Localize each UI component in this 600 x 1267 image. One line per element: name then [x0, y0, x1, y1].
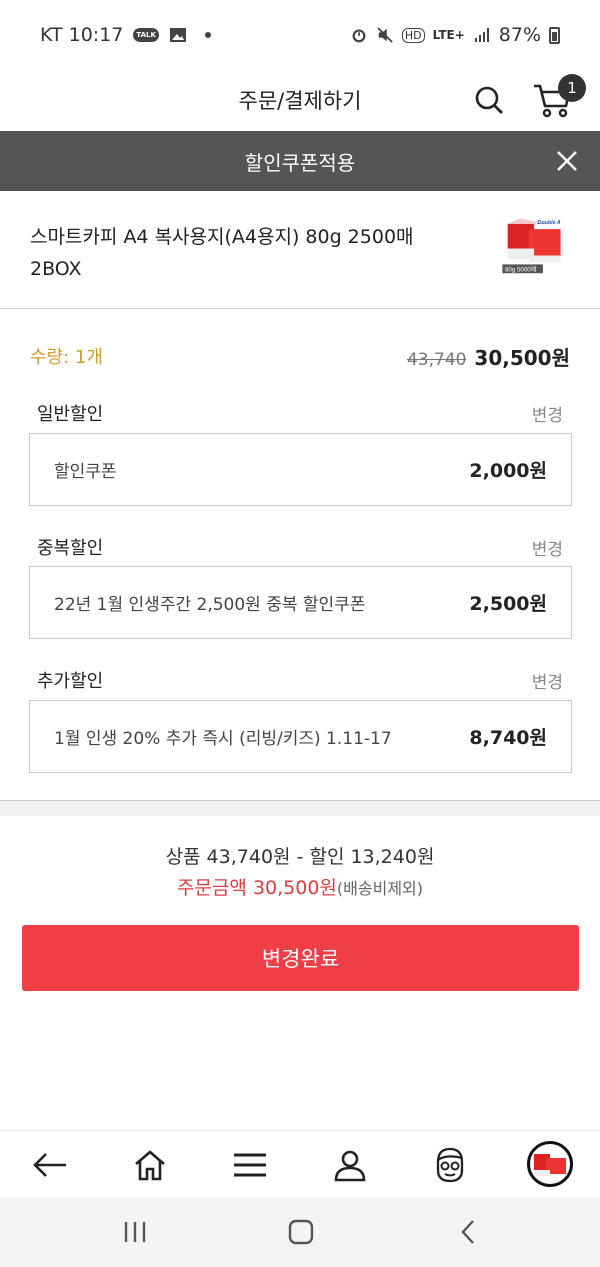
face-icon[interactable]: [430, 1145, 470, 1185]
sale-price: 30,500원: [474, 345, 570, 370]
general-discount-box[interactable]: 할인쿠폰 2,000원: [29, 433, 572, 506]
extra-discount-change-button[interactable]: 변경: [532, 668, 563, 693]
general-discount-title: 일반할인: [37, 404, 104, 425]
extra-discount-label: 1월 인생 20% 추가 즉시 (리빙/키즈) 1.11-17: [54, 729, 392, 749]
general-discount-label: 할인쿠폰: [54, 462, 117, 482]
lte-icon: LTE+: [432, 28, 465, 42]
product-thumbnail[interactable]: Double A 80g 5000매: [498, 215, 572, 275]
search-icon[interactable]: [473, 84, 505, 116]
recent-product-thumb[interactable]: [527, 1141, 573, 1187]
alarm-icon: [352, 29, 366, 43]
coupon-modal-title: 할인쿠폰적용: [244, 150, 356, 175]
notification-dot-icon: [204, 32, 211, 38]
cart-count-badge: 1: [558, 74, 586, 102]
system-navigation: [0, 1197, 600, 1267]
mute-icon: [377, 27, 393, 43]
gallery-icon: [169, 28, 186, 42]
order-total-value: 30,500원: [252, 877, 337, 899]
back-icon[interactable]: [30, 1145, 70, 1185]
extra-discount-box[interactable]: 1월 인생 20% 추가 즉시 (리빙/키즈) 1.11-17 8,740원: [29, 700, 572, 773]
extra-discount-title: 추가할인: [37, 671, 104, 692]
quantity-price-row: 수량: 1개 43,740 30,500원: [30, 340, 570, 372]
talk-icon: TALK: [133, 28, 159, 42]
duplicate-discount-amount: 2,500원: [469, 593, 547, 615]
user-icon[interactable]: [330, 1145, 370, 1185]
coupon-modal-titlebar: 할인쿠폰적용: [0, 131, 600, 191]
home-icon[interactable]: [130, 1145, 170, 1185]
page-title: 주문/결제하기: [238, 89, 362, 113]
close-icon[interactable]: [556, 150, 578, 172]
original-price: 43,740: [406, 349, 467, 370]
thumb-caption: 80g 5000매: [505, 265, 537, 273]
status-time: KT 10:17: [40, 24, 124, 46]
quantity-label: 수량: 1개: [30, 347, 103, 368]
general-discount-change-button[interactable]: 변경: [532, 401, 563, 426]
duplicate-discount-box[interactable]: 22년 1월 인생주간 2,500원 중복 할인쿠폰 2,500원: [29, 566, 572, 639]
duplicate-discount-change-button[interactable]: 변경: [532, 535, 563, 560]
system-back-icon[interactable]: [455, 1219, 485, 1245]
recent-apps-icon[interactable]: [120, 1219, 150, 1245]
extra-discount-amount: 8,740원: [469, 727, 547, 749]
duplicate-discount-label: 22년 1월 인생주간 2,500원 중복 할인쿠폰: [54, 595, 366, 615]
price-breakdown: 상품 43,740원 - 할인 13,240원: [165, 846, 435, 868]
home-button-icon[interactable]: [286, 1219, 316, 1245]
product-summary: 스마트카피 A4 복사용지(A4용지) 80g 2500매 2BOX Doubl…: [0, 191, 600, 309]
duplicate-discount-title: 중복할인: [37, 538, 104, 559]
order-total-note: (배송비제외): [336, 879, 424, 898]
battery-icon: [549, 26, 560, 44]
status-bar: KT 10:17 TALK HD LTE+ 87%: [0, 0, 600, 70]
product-name: 스마트카피 A4 복사용지(A4용지) 80g 2500매 2BOX: [30, 226, 414, 280]
hd-icon: HD: [401, 27, 425, 43]
menu-icon[interactable]: [230, 1145, 270, 1185]
section-divider: [0, 800, 600, 816]
confirm-change-button[interactable]: 변경완료: [22, 925, 579, 991]
order-total: 주문금액 30,500원(배송비제외): [0, 873, 600, 900]
thumb-brand: Double A: [538, 220, 561, 226]
signal-icon: [474, 28, 489, 42]
order-total-label: 주문금액: [176, 877, 247, 899]
bottom-navigation: [0, 1130, 600, 1197]
battery-level: 87%: [498, 24, 541, 46]
general-discount-amount: 2,000원: [469, 460, 547, 482]
page-header: 주문/결제하기: [0, 70, 600, 130]
